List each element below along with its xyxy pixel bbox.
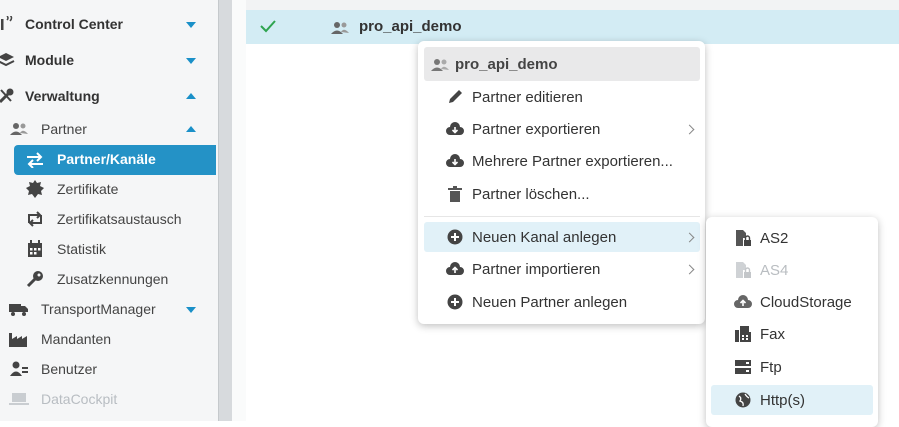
nav-label: Zusatzkennungen xyxy=(57,271,169,287)
cloud-upload-icon xyxy=(446,260,464,278)
submenu-item-label: AS4 xyxy=(760,261,789,279)
calendar-icon xyxy=(25,239,45,259)
chevron-right-icon xyxy=(684,232,695,242)
nav-label: Partner/Kanäle xyxy=(57,151,156,167)
exchange-icon xyxy=(25,209,45,229)
plus-circle-icon xyxy=(446,228,464,246)
submenu-item-as4[interactable]: AS4 xyxy=(711,255,873,285)
cloud-download-icon xyxy=(446,152,464,170)
truck-icon xyxy=(9,299,29,319)
nav-partner-kanaele[interactable]: Partner/Kanäle xyxy=(14,145,216,175)
menu-item-partner-importieren[interactable]: Partner importieren xyxy=(424,254,700,284)
menu-item-label: Partner editieren xyxy=(472,88,583,106)
menu-item-mehrere-partner-exportieren[interactable]: Mehrere Partner exportieren... xyxy=(424,146,700,176)
layers-icon xyxy=(0,50,16,70)
chevron-right-icon xyxy=(684,124,695,134)
globe-icon xyxy=(734,391,752,409)
nav-label: Mandanten xyxy=(41,331,112,347)
menu-item-partner-editieren[interactable]: Partner editieren xyxy=(424,82,700,112)
menu-item-neuen-kanal-anlegen[interactable]: Neuen Kanal anlegen xyxy=(424,222,700,252)
submenu-item-as2[interactable]: AS2 xyxy=(711,223,873,253)
menu-item-neuen-partner-anlegen[interactable]: Neuen Partner anlegen xyxy=(424,287,700,317)
tools-icon xyxy=(0,86,16,106)
chevron-down-icon[interactable] xyxy=(186,58,196,64)
table-row[interactable]: pro_api_demo xyxy=(246,10,899,44)
menu-item-label: Neuen Kanal anlegen xyxy=(472,228,617,246)
menu-item-label: Mehrere Partner exportieren... xyxy=(472,152,673,170)
menu-item-partner-exportieren[interactable]: Partner exportieren xyxy=(424,114,700,144)
nav-benutzer[interactable]: Benutzer xyxy=(0,354,218,384)
chevron-down-icon[interactable] xyxy=(186,307,196,313)
nav-label: Control Center xyxy=(25,16,123,32)
nav-label: Benutzer xyxy=(41,361,98,377)
nav-label: Statistik xyxy=(57,241,107,257)
locked-file-icon xyxy=(734,261,752,279)
submenu-item-label: Ftp xyxy=(760,358,782,376)
nav-label: Module xyxy=(25,52,74,68)
locked-file-icon xyxy=(734,229,752,247)
trash-icon xyxy=(446,185,464,203)
chevron-right-icon xyxy=(684,264,695,274)
users-icon xyxy=(331,20,349,41)
laptop-icon xyxy=(9,389,29,409)
certificate-icon xyxy=(25,179,45,199)
swap-arrows-icon xyxy=(25,150,45,170)
menu-item-label: Partner löschen... xyxy=(472,185,590,203)
nav-zertifikatsaustausch[interactable]: Zertifikatsaustausch xyxy=(0,204,218,234)
cloud-upload-icon xyxy=(734,293,752,311)
splitter[interactable] xyxy=(218,0,233,421)
nav-label: Zertifikatsaustausch xyxy=(57,211,182,227)
nav-label: Partner xyxy=(41,121,87,137)
nav-datacockpit[interactable]: DataCockpit xyxy=(0,384,218,414)
menu-item-label: Partner importieren xyxy=(472,260,601,278)
context-menu-title: pro_api_demo xyxy=(455,56,558,73)
submenu-item-label: CloudStorage xyxy=(760,293,852,311)
sidebar: Control Center Module Verwaltung Partner… xyxy=(0,0,218,421)
submenu-item-https[interactable]: Http(s) xyxy=(711,385,873,415)
cloud-download-icon xyxy=(446,120,464,138)
nav-mandanten[interactable]: Mandanten xyxy=(0,324,218,354)
nav-partner[interactable]: Partner xyxy=(0,114,218,144)
chevron-down-icon[interactable] xyxy=(186,22,196,28)
plus-circle-icon xyxy=(446,293,464,311)
server-icon xyxy=(734,358,752,376)
context-menu: pro_api_demo Partner editieren Partner e… xyxy=(418,41,705,324)
submenu-item-label: Fax xyxy=(760,325,786,343)
menu-item-label: Partner exportieren xyxy=(472,120,601,138)
key-icon xyxy=(25,269,45,289)
channel-submenu: AS2 AS4 CloudStorage Fax Ftp Http(s) xyxy=(706,217,878,427)
menu-divider xyxy=(424,216,700,217)
chevron-up-icon[interactable] xyxy=(186,126,196,132)
nav-statistik[interactable]: Statistik xyxy=(0,234,218,264)
fax-icon xyxy=(734,325,752,343)
signal-icon xyxy=(0,14,18,34)
pencil-icon xyxy=(446,88,464,106)
list-header-strip xyxy=(246,0,899,10)
chevron-up-icon[interactable] xyxy=(186,93,196,99)
nav-module[interactable]: Module xyxy=(0,45,218,75)
nav-zertifikate[interactable]: Zertifikate xyxy=(0,174,218,204)
submenu-item-label: Http(s) xyxy=(760,391,805,409)
nav-control-center[interactable]: Control Center xyxy=(0,9,218,39)
nav-zusatzkennungen[interactable]: Zusatzkennungen xyxy=(0,264,218,294)
nav-label: Verwaltung xyxy=(25,88,100,104)
menu-item-label: Neuen Partner anlegen xyxy=(472,293,628,311)
checkmark-icon xyxy=(260,19,276,38)
users-icon xyxy=(9,119,29,139)
submenu-item-fax[interactable]: Fax xyxy=(711,319,873,349)
menu-item-partner-loeschen[interactable]: Partner löschen... xyxy=(424,179,700,209)
nav-verwaltung[interactable]: Verwaltung xyxy=(0,81,218,111)
context-menu-header: pro_api_demo xyxy=(424,47,700,81)
users-icon xyxy=(431,57,449,78)
submenu-item-label: AS2 xyxy=(760,229,789,247)
nav-transportmanager[interactable]: TransportManager xyxy=(0,294,218,324)
nav-label: DataCockpit xyxy=(41,391,118,407)
submenu-item-ftp[interactable]: Ftp xyxy=(711,352,873,382)
user-icon xyxy=(9,359,29,379)
partner-name: pro_api_demo xyxy=(359,18,462,35)
nav-label: Zertifikate xyxy=(57,181,119,197)
submenu-item-cloudstorage[interactable]: CloudStorage xyxy=(711,287,873,317)
factory-icon xyxy=(9,329,29,349)
nav-label: TransportManager xyxy=(41,301,156,317)
